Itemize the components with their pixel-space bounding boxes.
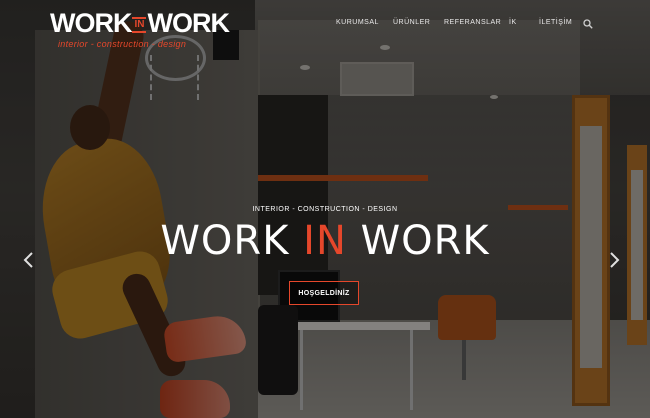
logo-word-right: WORK: [147, 8, 229, 38]
hero-kicker: INTERIOR - CONSTRUCTION - DESIGN: [252, 206, 398, 213]
hero-headline: WORK IN WORK: [0, 218, 650, 264]
logo-word-in: IN: [132, 16, 147, 33]
nav-item-kurumsal[interactable]: KURUMSAL: [336, 19, 379, 26]
logo-wordmark: WORK IN WORK: [50, 8, 230, 38]
welcome-button[interactable]: HOŞGELDİNİZ: [289, 281, 359, 305]
nav-item-ik[interactable]: İK: [509, 19, 517, 26]
nav-item-urunler[interactable]: ÜRÜNLER: [393, 19, 430, 26]
headline-word-left: WORK: [160, 218, 304, 264]
chevron-right-icon[interactable]: [607, 250, 621, 270]
nav-item-referanslar[interactable]: REFERANSLAR: [444, 19, 501, 26]
headline-word-right: WORK: [346, 218, 490, 264]
chevron-left-icon[interactable]: [22, 250, 36, 270]
logo-word-left: WORK: [50, 8, 132, 38]
search-icon[interactable]: [583, 19, 593, 29]
headline-word-accent: IN: [303, 218, 347, 264]
hero-slider: WORK IN WORK interior - construction - des…: [0, 0, 650, 418]
logo-tagline: interior - construction - design: [58, 39, 187, 49]
nav-item-iletisim[interactable]: İLETİŞİM: [539, 19, 572, 26]
site-logo[interactable]: WORK IN WORK interior - construction - des…: [50, 10, 230, 50]
